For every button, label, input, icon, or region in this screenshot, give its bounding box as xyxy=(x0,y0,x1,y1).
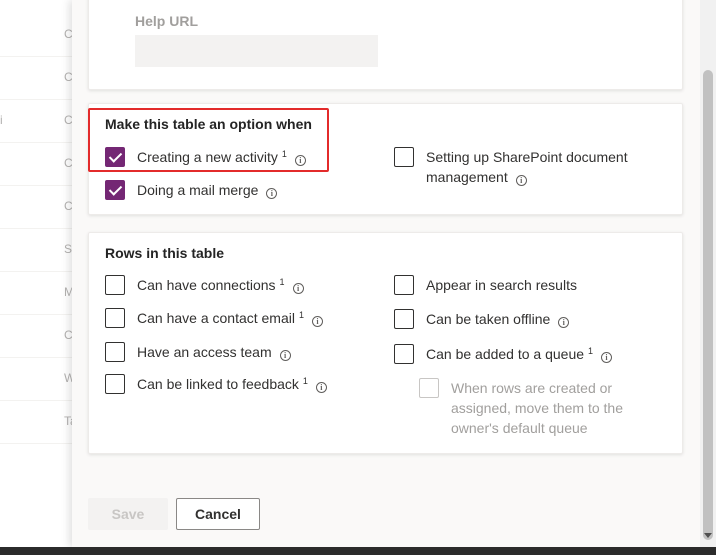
modal-overlay[interactable] xyxy=(0,0,72,555)
row-can-have-connections[interactable]: Can have connections 1i xyxy=(105,275,304,295)
connections-text: Can have connections xyxy=(137,277,276,293)
access-team-text: Have an access team xyxy=(137,344,272,360)
rows-section-title: Rows in this table xyxy=(105,245,225,261)
info-icon[interactable]: i xyxy=(279,350,291,361)
help-url-input[interactable] xyxy=(135,35,378,67)
row-search-results[interactable]: Appear in search results xyxy=(394,275,577,295)
row-contact-email[interactable]: Can have a contact email 1i xyxy=(105,308,323,328)
contact-email-label: Can have a contact email 1i xyxy=(137,308,323,328)
row-taken-offline[interactable]: Can be taken offline i xyxy=(394,309,570,329)
cancel-button[interactable]: Cancel xyxy=(176,498,260,530)
rows-section-card: Rows in this table Can have connections 1… xyxy=(88,232,683,454)
row-linked-feedback[interactable]: Can be linked to feedback 1i xyxy=(105,374,327,394)
access-team-checkbox[interactable] xyxy=(105,342,125,362)
highlight-box xyxy=(88,108,329,172)
connections-label: Can have connections 1i xyxy=(137,275,304,295)
info-icon[interactable]: i xyxy=(515,175,527,186)
footnote-marker: 1 xyxy=(279,277,285,287)
info-icon[interactable]: i xyxy=(312,316,323,327)
offline-label: Can be taken offline i xyxy=(426,309,570,329)
mail-merge-text: Doing a mail merge xyxy=(137,182,259,198)
help-card: Help URL xyxy=(88,0,683,90)
row-access-team[interactable]: Have an access team i xyxy=(105,342,291,362)
sharepoint-checkbox[interactable] xyxy=(394,147,414,167)
search-results-checkbox[interactable] xyxy=(394,275,414,295)
save-button[interactable]: Save xyxy=(88,498,168,530)
option-mail-merge[interactable]: Doing a mail merge i xyxy=(105,180,278,200)
contact-email-text: Can have a contact email xyxy=(137,310,295,326)
info-icon[interactable]: i xyxy=(292,283,304,294)
access-team-label: Have an access team i xyxy=(137,342,291,362)
search-results-label: Appear in search results xyxy=(426,277,577,293)
info-icon[interactable]: i xyxy=(315,382,327,393)
default-queue-checkbox xyxy=(419,378,439,398)
taskbar xyxy=(0,547,716,555)
footnote-marker: 1 xyxy=(302,376,308,386)
info-icon[interactable]: i xyxy=(558,317,570,328)
table-properties-panel: Help URL Make this table an option when … xyxy=(72,0,716,547)
queue-checkbox[interactable] xyxy=(394,344,414,364)
default-queue-label: When rows are created or assigned, move … xyxy=(451,380,623,436)
footnote-marker: 1 xyxy=(588,346,594,356)
scrollbar-thumb[interactable] xyxy=(703,70,713,540)
feedback-text: Can be linked to feedback xyxy=(137,376,299,392)
option-sharepoint[interactable]: Setting up SharePoint document managemen… xyxy=(394,147,654,187)
help-url-label: Help URL xyxy=(135,13,198,29)
mail-merge-label: Doing a mail merge i xyxy=(137,180,278,200)
scroll-down-arrow-icon[interactable] xyxy=(704,533,712,538)
info-icon[interactable]: i xyxy=(601,352,613,363)
feedback-label: Can be linked to feedback 1i xyxy=(137,374,327,394)
sharepoint-label: Setting up SharePoint document managemen… xyxy=(426,147,646,187)
mail-merge-checkbox[interactable] xyxy=(105,180,125,200)
offline-text: Can be taken offline xyxy=(426,311,551,327)
info-icon[interactable]: i xyxy=(266,188,278,199)
queue-label: Can be added to a queue 1i xyxy=(426,344,613,364)
queue-text: Can be added to a queue xyxy=(426,346,585,362)
connections-checkbox[interactable] xyxy=(105,275,125,295)
offline-checkbox[interactable] xyxy=(394,309,414,329)
sharepoint-text: Setting up SharePoint document managemen… xyxy=(426,149,628,185)
contact-email-checkbox[interactable] xyxy=(105,308,125,328)
row-added-to-queue[interactable]: Can be added to a queue 1i xyxy=(394,344,613,364)
feedback-checkbox[interactable] xyxy=(105,374,125,394)
footnote-marker: 1 xyxy=(298,310,304,320)
row-move-to-default-queue: When rows are created or assigned, move … xyxy=(419,378,649,438)
